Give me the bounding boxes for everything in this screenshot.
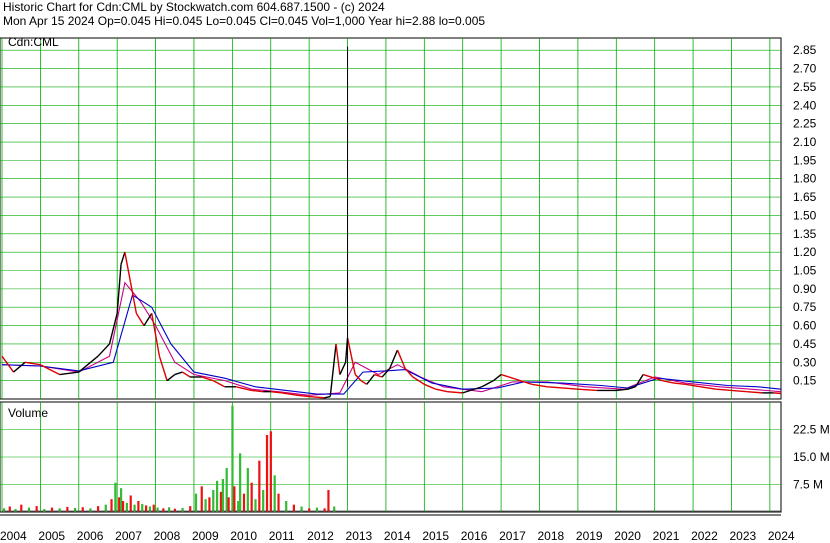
volume-bar (219, 491, 223, 512)
volume-bar (110, 499, 113, 512)
volume-bar (121, 501, 125, 512)
volume-bar (89, 508, 92, 512)
year-axis-labels: 2004 2005 2006 2007 2008 2009 2010 2011 2012 2013… (0, 514, 795, 543)
volume-bar (254, 499, 257, 512)
volume-bar (129, 495, 132, 512)
year-label: 2011 (269, 529, 295, 543)
volume-bar (2, 508, 6, 512)
volume-bar (58, 508, 61, 512)
price-axis-labels: 0.15 0.30 0.45 0.60 0.75 0.90 1.05 1.20 1.35 1.50… (793, 43, 817, 387)
price-tick-label: 0.30 (793, 355, 817, 369)
volume-bar (200, 486, 203, 512)
year-label: 2018 (538, 529, 565, 543)
volume-bar (285, 501, 288, 512)
year-label: 2017 (499, 529, 526, 543)
year-label: 2006 (77, 529, 104, 543)
volume-bar (273, 475, 276, 512)
volume-bar (242, 493, 246, 512)
volume-bar (212, 490, 215, 512)
volume-bar (208, 497, 211, 512)
price-tick-label: 1.05 (793, 264, 817, 278)
volume-bar (194, 493, 198, 512)
price-tick-label: 1.65 (793, 190, 817, 204)
volume-bar (162, 508, 165, 512)
year-label: 2015 (422, 529, 449, 543)
volume-bar (118, 497, 121, 512)
year-label: 2022 (691, 529, 718, 543)
volume-bar (14, 509, 17, 512)
year-label: 2019 (576, 529, 603, 543)
year-label: 2013 (346, 529, 373, 543)
volume-bar (262, 490, 265, 512)
stock-chart: 0.15 0.30 0.45 0.60 0.75 0.90 1.05 1.20 1.35 1.50… (0, 35, 830, 543)
volume-bar (137, 501, 140, 512)
price-tick-label: 2.70 (793, 62, 817, 76)
year-label: 2014 (384, 529, 411, 543)
price-tick-label: 1.95 (793, 153, 817, 167)
volume-bar (227, 497, 230, 512)
year-label: 2012 (307, 529, 334, 543)
price-tick-label: 1.20 (793, 245, 817, 259)
price-tick-label: 1.80 (793, 172, 817, 186)
volume-bar (173, 508, 176, 512)
price-tick-label: 2.40 (793, 98, 817, 112)
volume-tick-label: 15.0 M (793, 450, 830, 464)
volume-bar (204, 499, 207, 512)
volume-bar (265, 435, 269, 512)
price-tick-label: 0.75 (793, 300, 817, 314)
year-label: 2023 (729, 529, 756, 543)
price-tick-label: 0.45 (793, 337, 817, 351)
volume-bar (323, 508, 326, 512)
price-tick-label: 2.25 (793, 117, 817, 131)
price-segment (773, 392, 782, 395)
volume-bar (120, 488, 123, 512)
price-tick-label: 0.90 (793, 282, 817, 296)
volume-bar (225, 468, 228, 512)
price-tick-label: 1.35 (793, 227, 817, 241)
price-panel-title: Cdn:CML (8, 35, 59, 49)
year-label: 2024 (768, 529, 795, 543)
volume-bar (233, 486, 236, 512)
year-label: 2008 (154, 529, 181, 543)
volume-bar (114, 482, 117, 512)
volume-bar (231, 405, 234, 512)
volume-bar (239, 453, 242, 512)
volume-bar (246, 468, 249, 512)
volume-bar (327, 490, 330, 512)
price-tick-label: 0.60 (793, 319, 817, 333)
volume-bar (43, 509, 46, 512)
year-label: 2005 (38, 529, 65, 543)
year-label: 2016 (461, 529, 488, 543)
price-tick-label: 2.10 (793, 135, 817, 149)
year-label: 2021 (653, 529, 680, 543)
volume-bar (258, 460, 261, 512)
volume-tick-label: 22.5 M (793, 423, 830, 437)
volume-bar (221, 479, 224, 512)
year-label: 2020 (614, 529, 641, 543)
volume-tick-label: 7.5 M (793, 478, 823, 492)
volume-bar (250, 482, 253, 512)
price-tick-label: 2.85 (793, 43, 817, 57)
year-label: 2010 (230, 529, 257, 543)
volume-axis-labels: 7.5 M 15.0 M 22.5 M (793, 423, 830, 492)
year-label: 2004 (0, 529, 27, 543)
volume-bar (269, 431, 272, 512)
price-tick-label: 0.15 (793, 374, 817, 388)
volume-bar (277, 493, 280, 512)
volume-bar (237, 501, 240, 512)
volume-bar (216, 480, 219, 512)
year-label: 2009 (192, 529, 219, 543)
price-tick-label: 1.50 (793, 208, 817, 222)
volume-panel-title: Volume (8, 406, 48, 420)
price-tick-label: 2.55 (793, 80, 817, 94)
volume-bar (308, 508, 311, 512)
year-label: 2007 (115, 529, 142, 543)
